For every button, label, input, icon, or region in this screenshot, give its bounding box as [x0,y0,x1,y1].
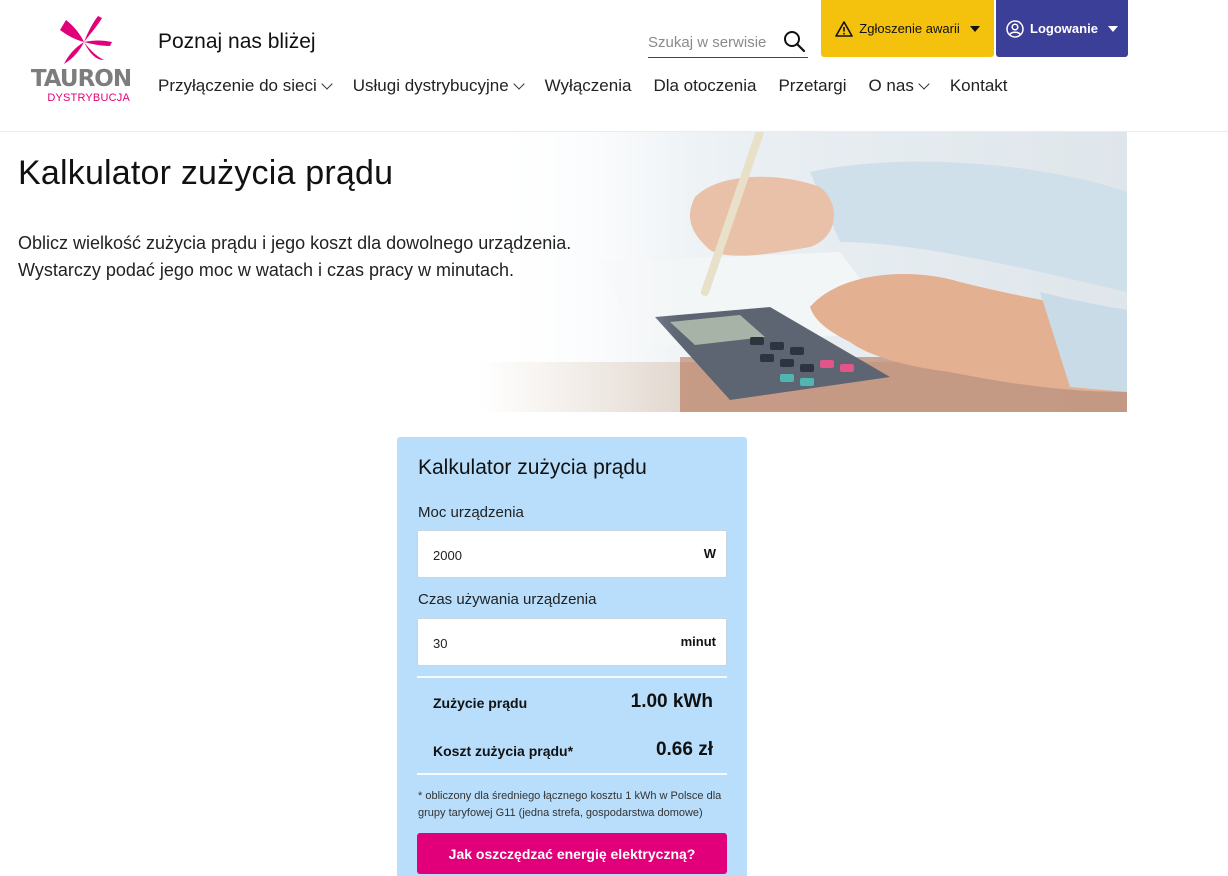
tauron-logo[interactable]: TAURON DYSTRYBUCJA [26,16,136,106]
chevron-down-icon [321,78,333,90]
nav-item-label: Przyłączenie do sieci [158,76,317,95]
cost-value: 0.66 zł [655,739,713,760]
logo-subname: DYSTRYBUCJA [47,92,130,104]
outage-report-label: Zgłoszenie awarii [859,21,960,36]
nav-item-label: Wyłączenia [544,76,632,95]
time-input[interactable] [433,631,633,655]
hero-banner: Kalkulator zużycia prądu Oblicz wielkość… [0,132,1127,412]
search-icon[interactable] [782,29,806,53]
time-unit: minut [680,634,716,649]
hero-description-line: Wystarczy podać jego moc w watach i czas… [18,260,515,280]
tagline: Poznaj nas bliżej [158,30,316,53]
caret-down-icon [1107,25,1118,32]
calculator-card: Kalkulator zużycia prądu Moc urządzenia … [397,437,747,876]
tauron-logo-mark-icon [60,16,112,64]
page-title: Kalkulator zużycia prądu [18,154,394,192]
nav-item-wylaczenia[interactable]: Wyłączenia [545,74,632,98]
site-header: TAURON DYSTRYBUCJA Poznaj nas bliżej Zgł… [0,0,1228,132]
time-label: Czas używania urządzenia [418,591,597,608]
nav-item-label: Przetargi [778,76,847,95]
nav-item-label: Kontakt [949,76,1008,95]
nav-item-przetargi[interactable]: Przetargi [778,74,846,98]
caret-down-icon [969,25,980,32]
hero-description-line: Oblicz wielkość zużycia prądu i jego kos… [18,233,572,253]
nav-item-label: Dla otoczenia [653,76,757,95]
nav-item-uslugi[interactable]: Usługi dystrybucyjne [352,74,525,98]
consumption-value: 1.00 kWh [630,691,713,712]
cost-label: Koszt zużycia prądu* [433,743,574,759]
nav-item-o-nas[interactable]: O nas [868,74,930,98]
power-field: W [417,530,727,578]
calculator-title: Kalkulator zużycia prądu [418,456,647,479]
consumption-label: Zużycie prądu [433,695,528,711]
warning-icon [835,20,854,37]
chevron-down-icon [512,78,525,90]
nav-item-dla-otoczenia[interactable]: Dla otoczenia [653,74,756,98]
main-navigation: Przyłączenie do sieci Usługi dystrybucyj… [158,74,1030,98]
power-label: Moc urządzenia [418,504,524,521]
nav-item-label: Usługi dystrybucyjne [352,76,509,95]
divider [417,773,727,775]
hero-description: Oblicz wielkość zużycia prądu i jego kos… [18,230,638,284]
power-input[interactable] [433,543,633,567]
energy-saving-button[interactable]: Jak oszczędzać energię elektryczną? [417,833,727,874]
outage-report-button[interactable]: Zgłoszenie awarii [821,0,994,57]
power-unit: W [703,546,716,561]
divider [417,676,727,678]
search-input[interactable] [648,30,772,54]
logo-wordmark: TAURON [30,66,132,92]
nav-item-przylaczenie[interactable]: Przyłączenie do sieci [158,74,333,98]
login-label: Logowanie [1030,21,1098,36]
user-circle-icon [1006,19,1024,38]
cost-footnote: * obliczony dla średniego łącznego koszt… [418,790,722,819]
login-button[interactable]: Logowanie [996,0,1128,57]
time-field: minut [417,618,727,666]
chevron-down-icon [918,78,930,90]
search-box [648,28,808,58]
nav-item-label: O nas [868,76,914,95]
nav-item-kontakt[interactable]: Kontakt [950,74,1008,98]
